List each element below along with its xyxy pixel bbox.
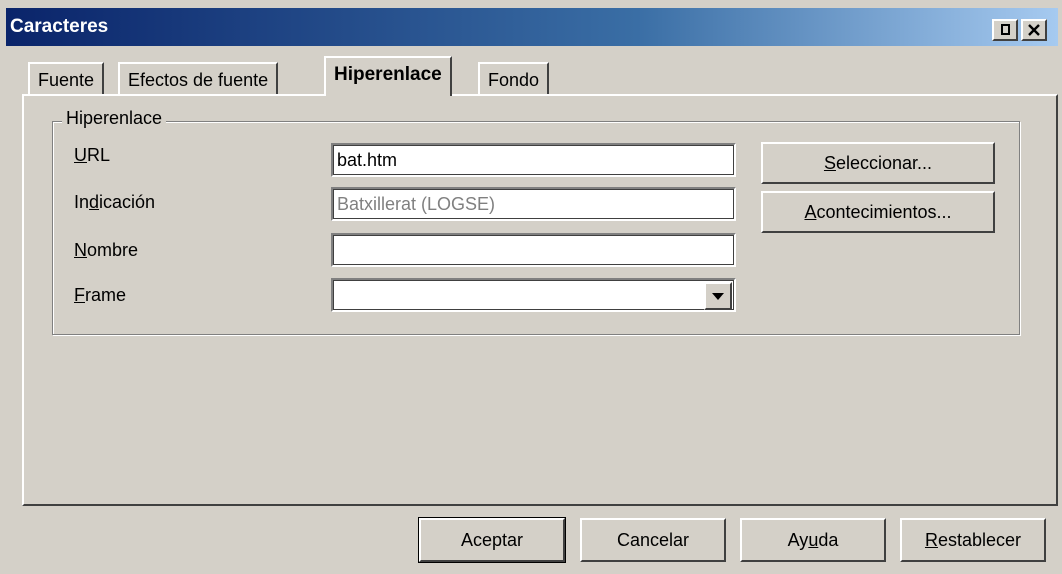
events-button-label: contecimientos... [816, 202, 952, 222]
tab-fondo[interactable]: Fondo [478, 62, 550, 96]
select-button[interactable]: Seleccionar... [761, 142, 995, 184]
help-footer-button[interactable]: Ayuda [740, 518, 886, 562]
tab-hiperenlace[interactable]: Hiperenlace [324, 56, 452, 96]
frame-dropdown-button[interactable] [704, 282, 732, 310]
tab-label: Efectos de fuente [128, 70, 269, 90]
window-title: Caracteres [10, 16, 109, 37]
frame-select[interactable] [331, 278, 736, 312]
frame-label-text: rame [85, 285, 127, 305]
help-button-label: da [818, 530, 839, 550]
tab-label: Fondo [488, 70, 540, 90]
tab-efectos-de-fuente[interactable]: Efectos de fuente [118, 62, 279, 96]
indicacion-input[interactable]: Batxillerat (LOGSE) [331, 187, 736, 221]
reset-button-label: establecer [937, 530, 1022, 550]
url-label: URL [74, 145, 111, 165]
nombre-label-text: ombre [87, 240, 139, 260]
groupbox-title: Hiperenlace [62, 108, 167, 129]
close-icon [1028, 24, 1040, 36]
title-bar[interactable]: Caracteres [6, 8, 1058, 46]
cancel-button[interactable]: Cancelar [580, 518, 726, 562]
indicacion-label-text: icación [99, 192, 156, 212]
url-label-text: RL [87, 145, 111, 165]
help-icon [1001, 24, 1010, 35]
dialog-window: Caracteres Fuente Efectos de fuente Hipe… [0, 0, 1062, 574]
nombre-label: Nombre [74, 240, 139, 260]
dropdown-arrow-icon [712, 293, 724, 300]
ok-button[interactable]: Aceptar [418, 517, 566, 563]
reset-button[interactable]: Restablecer [900, 518, 1046, 562]
tab-label: Hiperenlace [334, 64, 442, 85]
help-button[interactable] [992, 19, 1018, 41]
url-input[interactable]: bat.htm [331, 143, 736, 177]
nombre-input[interactable] [331, 233, 736, 267]
tab-fuente[interactable]: Fuente [28, 62, 105, 96]
frame-label: Frame [74, 285, 127, 305]
select-button-label: eleccionar... [835, 153, 933, 173]
indicacion-label: Indicación [74, 192, 156, 212]
events-button[interactable]: Acontecimientos... [761, 191, 995, 233]
tab-label: Fuente [38, 70, 95, 90]
close-button[interactable] [1021, 19, 1047, 41]
